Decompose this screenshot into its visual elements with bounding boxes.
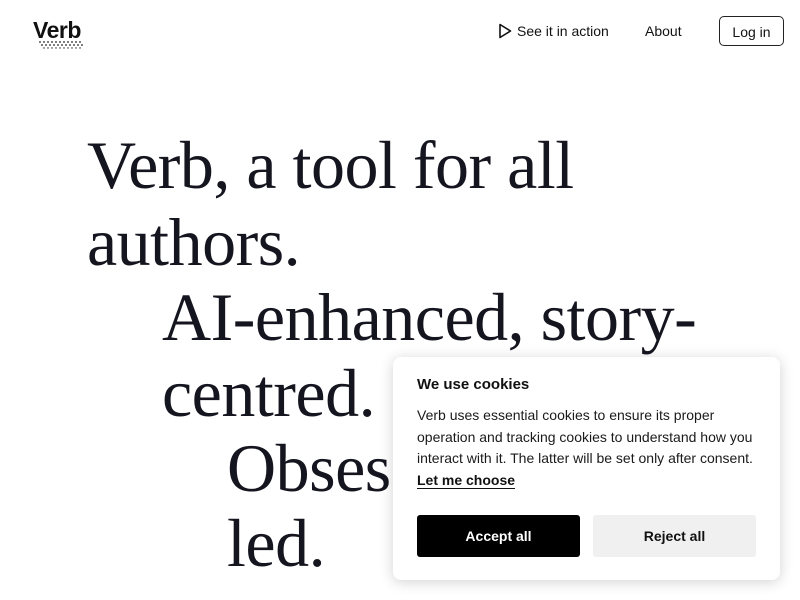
see-it-in-action-label: See it in action — [517, 23, 609, 39]
cookie-actions: Accept all Reject all — [417, 515, 756, 557]
cookie-banner-body: Verb uses essential cookies to ensure it… — [417, 407, 753, 466]
reject-all-button[interactable]: Reject all — [593, 515, 756, 557]
hero-line-3: AI-enhanced, story- — [162, 279, 697, 355]
hero-line-1: Verb, a tool for all — [87, 127, 574, 203]
logo-dots-pattern — [39, 41, 83, 49]
hero-line-5: Obses — [227, 430, 391, 506]
login-button[interactable]: Log in — [719, 16, 784, 46]
cookie-banner-title: We use cookies — [417, 376, 530, 393]
play-icon — [499, 23, 512, 39]
hero-line-2: authors. — [87, 204, 301, 280]
about-link[interactable]: About — [645, 20, 682, 42]
cookie-banner: We use cookies Verb uses essential cooki… — [393, 357, 780, 580]
hero-line-6: led. — [227, 505, 326, 581]
logo[interactable]: Verb — [33, 16, 93, 56]
cookie-banner-text: Verb uses essential cookies to ensure it… — [417, 405, 756, 491]
let-me-choose-link[interactable]: Let me choose — [417, 471, 516, 489]
hero-line-4: centred. — [162, 355, 376, 431]
see-it-in-action-link[interactable]: See it in action — [498, 20, 609, 42]
accept-all-button[interactable]: Accept all — [417, 515, 580, 557]
